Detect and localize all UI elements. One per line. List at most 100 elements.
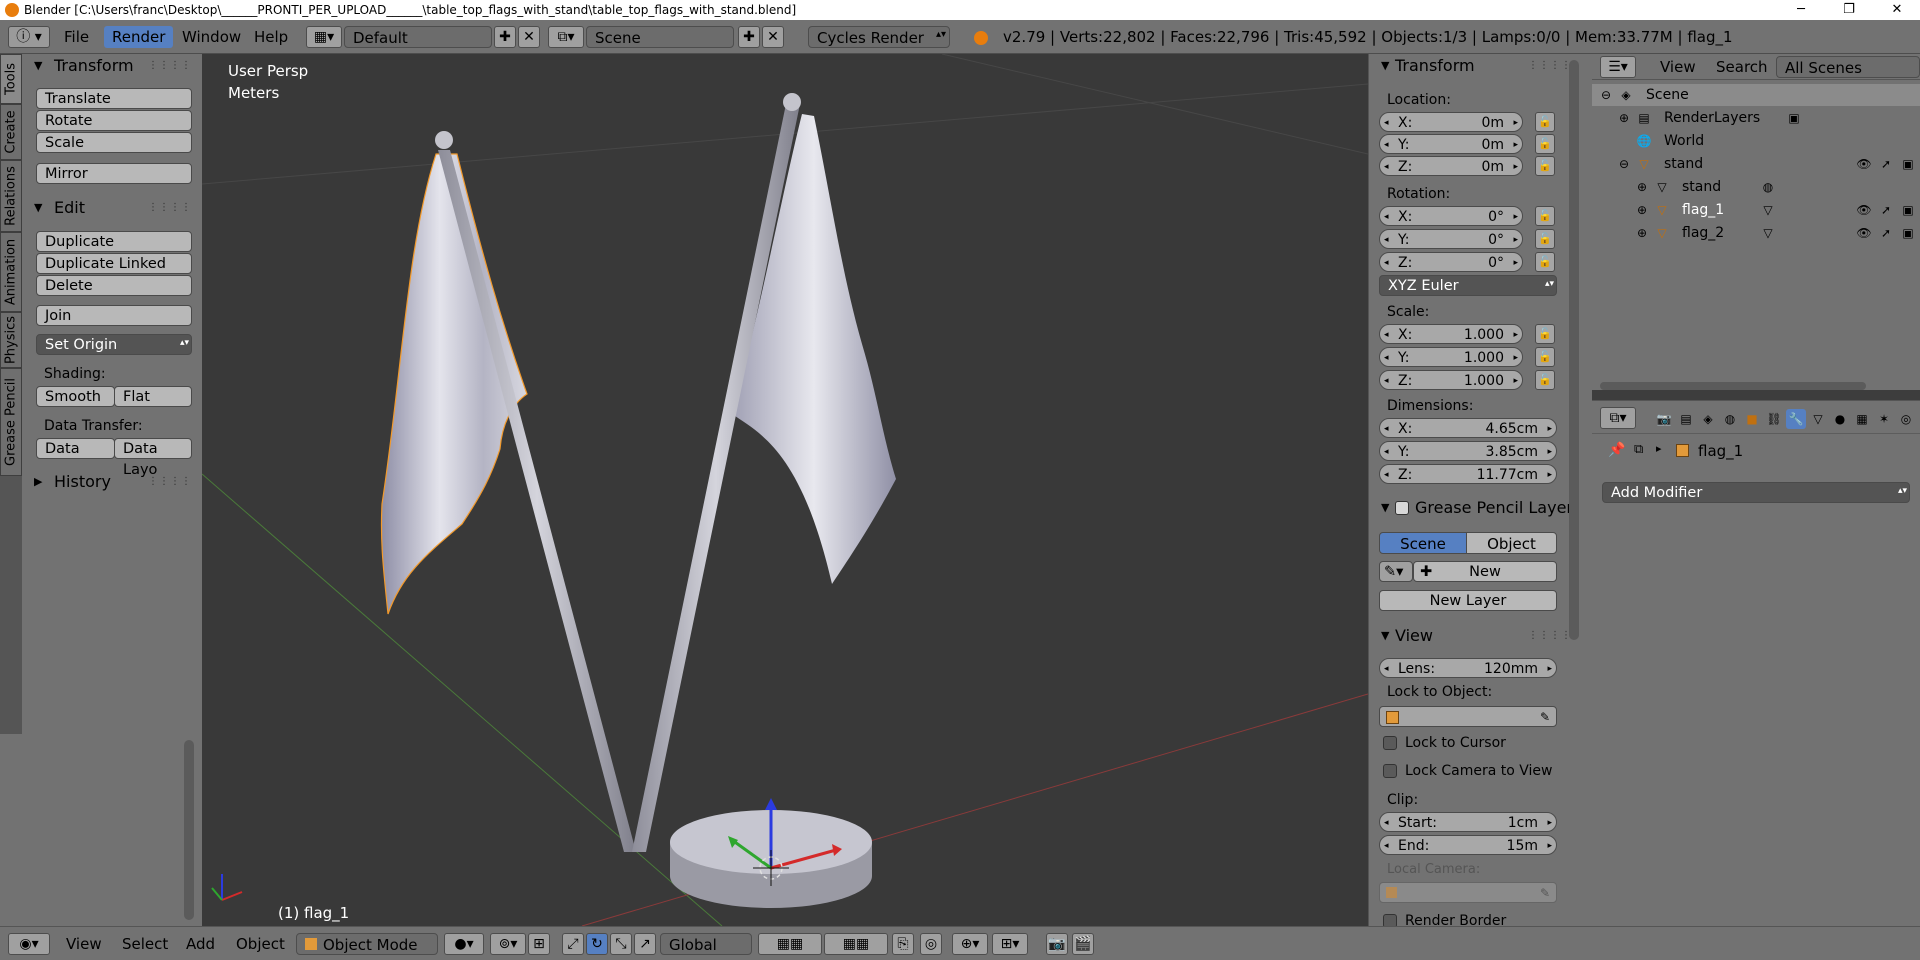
new-grease-pencil-button[interactable]: ✚ New <box>1413 561 1557 582</box>
rotation-x-field[interactable]: ◂ X: 0° ▸ <box>1379 206 1523 226</box>
texture-tab-icon[interactable]: ▦ <box>1852 409 1872 429</box>
proportional-edit-icon[interactable]: ◎ <box>920 933 942 955</box>
layers-grid-1-icon[interactable]: ▦▦ <box>758 933 822 955</box>
selectability-arrow-icon[interactable]: ➚ <box>1878 156 1894 172</box>
location-x-field[interactable]: ◂ X: 0m ▸ <box>1379 112 1523 132</box>
tab-create[interactable]: Create <box>0 104 22 160</box>
pivot-point-icon[interactable]: ⊚▾ <box>490 933 526 955</box>
properties-shelf-scrollbar[interactable] <box>1569 60 1579 640</box>
visibility-eye-icon[interactable]: 👁 <box>1856 225 1872 241</box>
flag-2-cloth[interactable] <box>732 114 896 584</box>
rotation-y-field[interactable]: ◂ Y: 0° ▸ <box>1379 229 1523 249</box>
expand-icon[interactable]: ⊕ <box>1616 110 1632 126</box>
add-screen-button[interactable]: ✚ <box>494 26 516 48</box>
drag-handle-icon[interactable]: ⋮⋮⋮⋮ <box>148 54 192 78</box>
rotation-mode-dropdown[interactable]: XYZ Euler <box>1379 275 1557 296</box>
duplicate-button[interactable]: Duplicate <box>36 231 192 252</box>
lock-icon[interactable]: 🔓 <box>1535 347 1555 367</box>
drag-handle-icon[interactable]: ⋮⋮⋮⋮ <box>148 470 192 494</box>
add-scene-button[interactable]: ✚ <box>738 26 760 48</box>
grease-pencil-enable-checkbox[interactable] <box>1395 501 1409 515</box>
join-button[interactable]: Join <box>36 305 192 326</box>
object-tab-icon[interactable]: ■ <box>1742 409 1762 429</box>
eyedropper-icon[interactable]: ✎ <box>1540 883 1550 904</box>
lock-icon[interactable]: 🔓 <box>1535 112 1555 132</box>
outliner-row-stand-mesh[interactable]: ⊕ ▽ stand ◍ <box>1592 176 1920 198</box>
render-layers-tab-icon[interactable]: ▤ <box>1676 409 1696 429</box>
lock-icon[interactable]: 🔓 <box>1535 229 1555 249</box>
renderability-camera-icon[interactable]: ▣ <box>1900 225 1916 241</box>
delete-screen-button[interactable]: ✕ <box>518 26 540 48</box>
tool-shelf-scrollbar[interactable] <box>184 740 194 920</box>
local-camera-field[interactable]: ✎ <box>1379 882 1557 903</box>
selectability-arrow-icon[interactable]: ➚ <box>1878 202 1894 218</box>
flag-1-pole-finial[interactable] <box>435 131 453 149</box>
3d-view-editor-type-icon[interactable]: ◉▾ <box>8 933 50 955</box>
lock-icon[interactable]: 🔓 <box>1535 206 1555 226</box>
lens-field[interactable]: ◂ Lens: 120mm ▸ <box>1379 658 1557 678</box>
scene-icon[interactable]: ⧉▾ <box>548 26 584 48</box>
rotate-manipulator-icon[interactable]: ↻ <box>586 933 608 955</box>
clip-start-field[interactable]: ◂ Start: 1cm ▸ <box>1379 812 1557 832</box>
outliner-display-mode-dropdown[interactable]: All Scenes <box>1776 56 1920 78</box>
3d-viewport[interactable]: User Persp Meters (1) flag_1 <box>202 54 1368 926</box>
rotation-z-field[interactable]: ◂ Z: 0° ▸ <box>1379 252 1523 272</box>
viewport-shading-icon[interactable]: ●▾ <box>444 933 484 955</box>
snap-icon[interactable]: ⊕▾ <box>952 933 988 955</box>
lock-icon[interactable]: 🔓 <box>1535 134 1555 154</box>
outliner-row-world[interactable]: 🌐 World <box>1592 130 1920 152</box>
lock-to-object-field[interactable]: ✎ <box>1379 706 1557 727</box>
tab-grease-pencil[interactable]: Grease Pencil <box>0 368 22 476</box>
grease-pencil-layer-panel-header[interactable]: ▼ Grease Pencil Layer <box>1369 496 1592 520</box>
scale-manipulator-icon[interactable]: ⤡ <box>610 933 632 955</box>
outliner-row-scene[interactable]: ⊖ ◈ Scene <box>1592 84 1920 106</box>
menu-view[interactable]: View <box>66 933 102 955</box>
scale-alt-manipulator-icon[interactable]: ↗ <box>634 933 656 955</box>
grease-pencil-object-tab[interactable]: Object <box>1466 532 1557 554</box>
scale-x-field[interactable]: ◂ X: 1.000 ▸ <box>1379 324 1523 344</box>
transform-panel-header[interactable]: ▼ Transform ⋮⋮⋮⋮ <box>22 54 202 78</box>
constraints-tab-icon[interactable]: ⛓ <box>1764 409 1784 429</box>
duplicate-linked-button[interactable]: Duplicate Linked <box>36 253 192 274</box>
new-layer-button[interactable]: New Layer <box>1379 590 1557 611</box>
screen-layout-icon[interactable]: ▦▾ <box>306 26 342 48</box>
outliner-row-flag-1[interactable]: ⊕ ▽ flag_1 ▽ 👁 ➚ ▣ <box>1592 199 1920 221</box>
scene-tab-icon[interactable]: ◈ <box>1698 409 1718 429</box>
scale-y-field[interactable]: ◂ Y: 1.000 ▸ <box>1379 347 1523 367</box>
tab-tools[interactable]: Tools <box>0 54 22 104</box>
menu-select[interactable]: Select <box>122 933 168 955</box>
tab-relations[interactable]: Relations <box>0 160 22 232</box>
world-tab-icon[interactable]: ◍ <box>1720 409 1740 429</box>
data-transfer-button[interactable]: Data <box>36 438 115 459</box>
opengl-render-icon[interactable]: 📷 <box>1046 933 1068 955</box>
visibility-eye-icon[interactable]: 👁 <box>1856 202 1872 218</box>
outliner-horizontal-scrollbar[interactable] <box>1600 382 1866 390</box>
rotate-button[interactable]: Rotate <box>36 110 192 131</box>
set-origin-dropdown[interactable]: Set Origin <box>36 334 192 355</box>
lock-layers-icon[interactable]: ⎘ <box>892 933 914 955</box>
menu-render[interactable]: Render <box>104 26 174 48</box>
grease-pencil-scene-tab[interactable]: Scene <box>1379 532 1467 554</box>
snap-element-icon[interactable]: ⊞▾ <box>992 933 1028 955</box>
screen-layout-field[interactable]: Default <box>344 26 492 48</box>
location-y-field[interactable]: ◂ Y: 0m ▸ <box>1379 134 1523 154</box>
3d-scene-graphic[interactable] <box>202 54 1368 926</box>
maximize-button[interactable]: ❐ <box>1826 0 1872 20</box>
eyedropper-icon[interactable]: ✎ <box>1540 707 1550 728</box>
menu-window[interactable]: Window <box>174 26 249 48</box>
dimensions-x-field[interactable]: ◂ X: 4.65cm ▸ <box>1379 418 1557 438</box>
selectability-arrow-icon[interactable]: ➚ <box>1878 225 1894 241</box>
drag-handle-icon[interactable]: ⋮⋮⋮⋮ <box>148 196 192 220</box>
outliner-menu-view[interactable]: View <box>1652 56 1704 78</box>
lock-icon[interactable]: 🔓 <box>1535 252 1555 272</box>
history-panel-header[interactable]: ▶ History ⋮⋮⋮⋮ <box>22 470 202 494</box>
lock-to-cursor-checkbox[interactable] <box>1383 736 1397 750</box>
delete-scene-button[interactable]: ✕ <box>762 26 784 48</box>
dimensions-y-field[interactable]: ◂ Y: 3.85cm ▸ <box>1379 441 1557 461</box>
flag-2-pole[interactable] <box>632 104 800 852</box>
clip-end-field[interactable]: ◂ End: 15m ▸ <box>1379 835 1557 855</box>
delete-button[interactable]: Delete <box>36 275 192 296</box>
scale-button[interactable]: Scale <box>36 132 192 153</box>
minimize-button[interactable]: ─ <box>1778 0 1824 20</box>
transform-orientation-dropdown[interactable]: Global <box>660 933 752 955</box>
